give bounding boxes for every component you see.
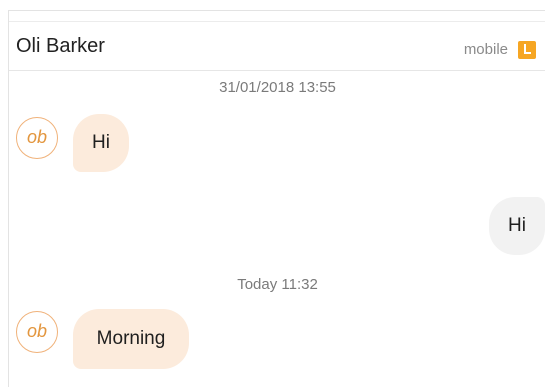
conversation-header: Oli Barker mobile bbox=[9, 21, 545, 71]
contact-name: Oli Barker bbox=[16, 35, 105, 57]
message-timestamp: 31/01/2018 13:55 bbox=[219, 79, 336, 96]
outgoing-message-bubble: Hi bbox=[489, 197, 545, 255]
contact-avatar: ob bbox=[16, 117, 58, 159]
chat-window: Oli Barker mobile 31/01/2018 13:55 ob Hi… bbox=[8, 10, 545, 387]
incoming-message-bubble: Morning bbox=[73, 309, 189, 369]
mobile-channel-icon[interactable] bbox=[518, 41, 536, 59]
channel-label: mobile bbox=[463, 41, 508, 58]
contact-avatar: ob bbox=[16, 311, 58, 353]
message-timestamp: Today 11:32 bbox=[237, 276, 318, 293]
incoming-message-bubble: Hi bbox=[73, 114, 129, 172]
